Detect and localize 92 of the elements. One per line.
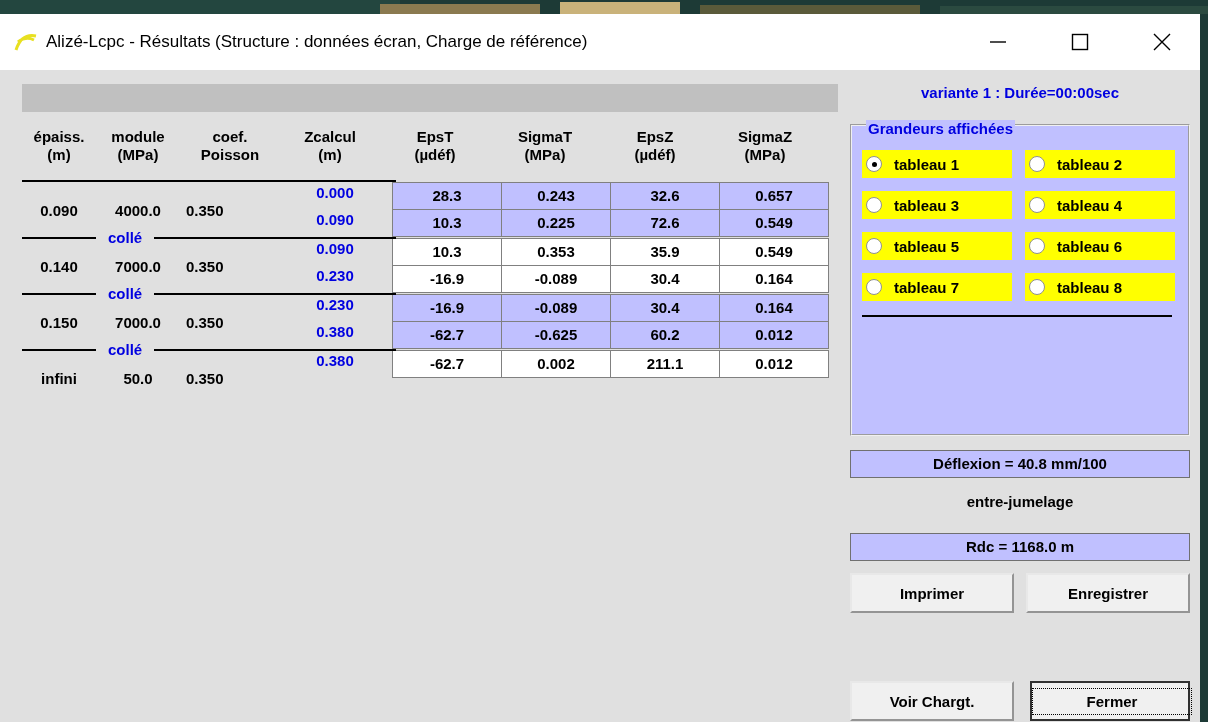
arc-icon [14, 32, 38, 52]
option-label: tableau 1 [894, 155, 960, 173]
table-cell: 28.3 [392, 182, 502, 210]
radio-option[interactable]: tableau 8 [1025, 273, 1175, 301]
table-cell: -62.7 [392, 321, 502, 349]
table-cell-text: 4000.0 [114, 201, 162, 219]
table-cell: 0.002 [501, 350, 611, 378]
action-button[interactable]: Voir Chargt. [850, 681, 1014, 721]
table-cell: 60.2 [610, 321, 720, 349]
table-cell: 0.353 [501, 238, 611, 266]
option-label: tableau 4 [1057, 196, 1123, 214]
table-cell-text: 0.350 [185, 369, 225, 387]
radio-button[interactable] [1029, 279, 1045, 295]
column-header: EpsT (µdéf) [413, 128, 457, 165]
table-cell: 0.012 [719, 321, 829, 349]
depth-value: 0.090 [315, 239, 355, 259]
column-header: épaiss. (m) [32, 128, 86, 165]
table-cell-text: 0.140 [39, 257, 79, 275]
table-cell: 0.243 [501, 182, 611, 210]
table-cell: 30.4 [610, 294, 720, 322]
deflection-value: Déflexion = 40.8 mm/100 [850, 450, 1190, 478]
column-header: EpsZ (µdéf) [633, 128, 677, 165]
radio-option[interactable]: tableau 5 [862, 232, 1012, 260]
depth-value: 0.000 [315, 183, 355, 203]
table-cell: -0.089 [501, 294, 611, 322]
action-button[interactable]: Fermer [1030, 681, 1190, 721]
table-cell: 0.164 [719, 265, 829, 293]
table-cell-text: 0.150 [39, 313, 79, 331]
table-cell: -62.7 [392, 350, 502, 378]
radio-option[interactable]: tableau 2 [1025, 150, 1175, 178]
radio-option[interactable]: tableau 4 [1025, 191, 1175, 219]
table-cell: 10.3 [392, 209, 502, 237]
table-cell: 0.549 [719, 238, 829, 266]
table-cell: 0.657 [719, 182, 829, 210]
depth-value: 0.380 [315, 351, 355, 371]
rdc-value: Rdc = 1168.0 m [850, 533, 1190, 561]
radio-option[interactable]: tableau 7 [862, 273, 1012, 301]
variant-label: variante 1 : Durée=00:00sec [919, 84, 1120, 103]
option-label: tableau 5 [894, 237, 960, 255]
table-cell-text: 0.350 [185, 201, 225, 219]
depth-value: 0.230 [315, 266, 355, 286]
table-cell: 211.1 [610, 350, 720, 378]
column-header: module (MPa) [110, 128, 166, 165]
table-cell: 72.6 [610, 209, 720, 237]
column-header: SigmaT (MPa) [516, 128, 574, 165]
radio-button[interactable] [1029, 238, 1045, 254]
radio-option[interactable]: tableau 1 [862, 150, 1012, 178]
radio-option[interactable]: tableau 6 [1025, 232, 1175, 260]
table-cell-text: 0.090 [39, 201, 79, 219]
depth-value: 0.380 [315, 322, 355, 342]
close-icon[interactable] [1152, 32, 1172, 52]
table-cell-text: 7000.0 [114, 257, 162, 275]
table-cell: -0.089 [501, 265, 611, 293]
table-cell-text: infini [40, 369, 78, 387]
table-cell: 0.225 [501, 209, 611, 237]
table-cell: 0.164 [719, 294, 829, 322]
table-cell-text: 50.0 [122, 369, 154, 387]
table-cell-text: 0.350 [185, 257, 225, 275]
column-header: Zcalcul (m) [303, 128, 357, 165]
table-cell-text: 0.350 [185, 313, 225, 331]
radio-button[interactable] [1029, 197, 1045, 213]
radio-button[interactable] [866, 156, 882, 172]
position-label: entre-jumelage [965, 492, 1075, 512]
depth-value: 0.090 [315, 210, 355, 230]
radio-button[interactable] [866, 238, 882, 254]
option-label: tableau 6 [1057, 237, 1123, 255]
option-label: tableau 7 [894, 278, 960, 296]
option-label: tableau 3 [894, 196, 960, 214]
table-cell: 35.9 [610, 238, 720, 266]
option-label: tableau 8 [1057, 278, 1123, 296]
table-cell: 0.549 [719, 209, 829, 237]
maximize-icon[interactable] [1070, 32, 1090, 52]
table-cell: 32.6 [610, 182, 720, 210]
radio-button[interactable] [1029, 156, 1045, 172]
table-cell: -0.625 [501, 321, 611, 349]
depth-value: 0.230 [315, 295, 355, 315]
table-cell: -16.9 [392, 265, 502, 293]
table-cell: -16.9 [392, 294, 502, 322]
group-title: Grandeurs affichées [866, 120, 1016, 137]
action-button[interactable]: Imprimer [850, 573, 1014, 613]
column-header: SigmaZ (MPa) [736, 128, 794, 165]
action-button[interactable]: Enregistrer [1026, 573, 1190, 613]
radio-button[interactable] [866, 197, 882, 213]
radio-option[interactable]: tableau 3 [862, 191, 1012, 219]
option-label: tableau 2 [1057, 155, 1123, 173]
radio-button[interactable] [866, 279, 882, 295]
table-cell: 0.012 [719, 350, 829, 378]
window-title: Alizé-Lcpc - Résultats (Structure : données écran, Charge de référence) [46, 32, 588, 52]
table-cell-text: 7000.0 [114, 313, 162, 331]
table-cell: 10.3 [392, 238, 502, 266]
column-header: coef. Poisson [199, 128, 261, 165]
table-cell: 30.4 [610, 265, 720, 293]
